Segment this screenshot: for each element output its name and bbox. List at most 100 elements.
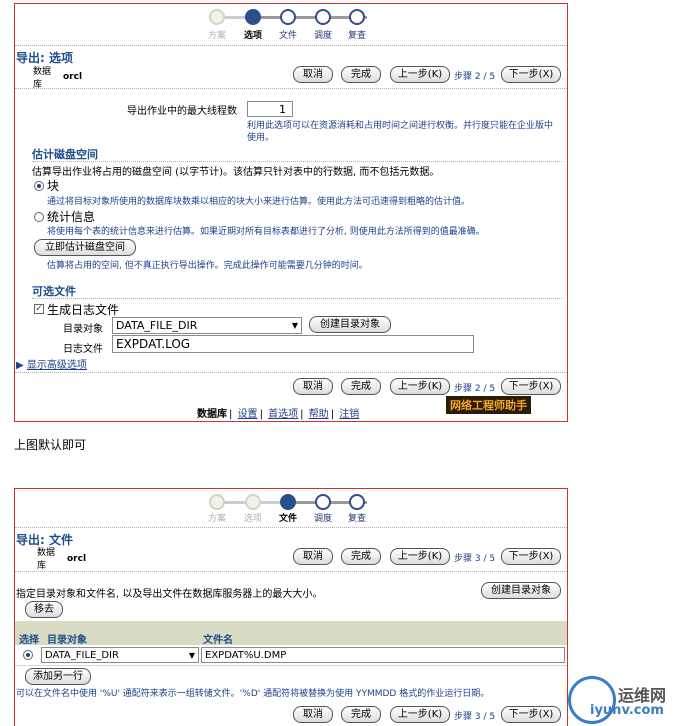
step-text: 步骤 3 / 5: [454, 712, 496, 722]
train-label: 文件: [278, 514, 297, 524]
cancel-button[interactable]: 取消: [293, 706, 333, 723]
db-label: 数据库: [37, 548, 56, 571]
dir-object-select[interactable]: DATA_FILE_DIR ▼: [112, 317, 302, 334]
row-dir-select[interactable]: DATA_FILE_DIR ▼: [41, 647, 199, 663]
cancel-button[interactable]: 取消: [293, 378, 333, 395]
page-title: 导出: 文件: [16, 533, 73, 547]
create-dir-button[interactable]: 创建目录对象: [481, 582, 561, 599]
footer-link-help[interactable]: 帮助: [309, 409, 329, 420]
next-button[interactable]: 下一步(X): [501, 548, 561, 565]
bottom-panel: 方案 选项 文件 调度 复查 导出: 文件 数据库 orcl 取消 完成 上一步…: [14, 488, 568, 726]
step-text: 步骤 2 / 5: [454, 72, 496, 82]
train-step-5[interactable]: [349, 9, 365, 25]
stats-label: 统计信息: [47, 210, 96, 224]
divider: [15, 571, 567, 572]
dir-object-label: 目录对象: [63, 324, 103, 335]
train-step-3[interactable]: [280, 9, 296, 25]
block-label: 块: [47, 179, 60, 193]
row-file-input[interactable]: EXPDAT%U.DMP: [201, 647, 565, 663]
log-file-label: 日志文件: [63, 344, 103, 355]
train-step-4[interactable]: [315, 494, 331, 510]
col-select: 选择: [19, 635, 39, 646]
db-value: orcl: [63, 72, 83, 82]
create-dir-button[interactable]: 创建目录对象: [309, 316, 391, 333]
train-step-2: [245, 9, 261, 25]
step-train: 方案 选项 文件 调度 复查: [207, 491, 377, 531]
threads-note: 利用此选项可以在资源消耗和占用时间之间进行权衡。并行度只能在企业版中使用。: [247, 121, 554, 143]
train-label: 复查: [347, 514, 366, 524]
disk-description: 估算导出作业将占用的磁盘空间 (以字节计)。该估算只针对表中的行数据, 而不包括…: [32, 167, 440, 178]
files-table-header: 选择 目录对象 文件名: [15, 621, 567, 646]
chevron-down-icon: ▼: [188, 651, 195, 660]
dir-object-value: DATA_FILE_DIR: [116, 319, 198, 332]
train-step-5[interactable]: [349, 494, 365, 510]
optional-section-title: 可选文件: [32, 285, 76, 298]
train-label: 文件: [278, 31, 297, 41]
next-button[interactable]: 下一步(X): [501, 66, 561, 83]
watermark-logo: 网络工程师助手: [446, 396, 531, 414]
cancel-button[interactable]: 取消: [293, 548, 333, 565]
back-button[interactable]: 上一步(K): [390, 66, 450, 83]
threads-label: 导出作业中的最大线程数: [127, 106, 237, 117]
step-text: 步骤 2 / 5: [454, 384, 496, 394]
train-label: 选项: [243, 31, 262, 41]
finish-button[interactable]: 完成: [341, 378, 381, 395]
finish-button[interactable]: 完成: [341, 66, 381, 83]
caption: 上图默认即可: [14, 438, 87, 452]
advanced-link[interactable]: 显示高级选项: [27, 360, 87, 371]
finish-button[interactable]: 完成: [341, 548, 381, 565]
divider: [15, 527, 567, 528]
advanced-toggle[interactable]: ▶ 显示高级选项: [16, 356, 87, 371]
gen-log-label: 生成日志文件: [47, 303, 120, 317]
train-label: 方案: [207, 514, 226, 524]
next-button[interactable]: 下一步(X): [501, 378, 561, 395]
footer-link-logout[interactable]: 注销: [339, 409, 359, 420]
train-label: 复查: [347, 31, 366, 41]
disk-section-title: 估计磁盘空间: [32, 148, 98, 161]
step-text: 步骤 3 / 5: [454, 554, 496, 564]
top-panel: 方案 选项 文件 调度 复查 导出: 选项 数据库 orcl 取消 完成 上一步…: [14, 3, 568, 422]
wildcard-note: 可以在文件名中使用 '%U' 通配符来表示一组转储文件。'%D' 通配符将被替换…: [16, 689, 490, 699]
db-value: orcl: [67, 554, 87, 564]
train-label: 方案: [207, 31, 226, 41]
log-file-input[interactable]: EXPDAT.LOG: [112, 335, 474, 353]
cancel-button[interactable]: 取消: [293, 66, 333, 83]
footer-link-preferences[interactable]: 首选项: [268, 409, 298, 420]
gen-log-checkbox[interactable]: ✓: [34, 304, 44, 314]
col-file-name: 文件名: [203, 635, 233, 646]
train-step-3: [280, 494, 296, 510]
train-step-1: [209, 494, 225, 510]
step-train: 方案 选项 文件 调度 复查: [207, 6, 377, 46]
expand-triangle-icon: ▶: [16, 360, 24, 371]
finish-button[interactable]: 完成: [341, 706, 381, 723]
divider: [15, 372, 567, 373]
block-radio[interactable]: [34, 181, 44, 191]
divider: [32, 161, 562, 162]
divider: [15, 88, 567, 89]
stats-description: 将使用每个表的统计信息来进行估算。如果近期对所有目标表都进行了分析, 则使用此方…: [47, 227, 485, 237]
back-button[interactable]: 上一步(K): [390, 706, 450, 723]
row-select-radio[interactable]: [23, 650, 33, 660]
threads-input[interactable]: 1: [247, 101, 293, 117]
col-dir-object: 目录对象: [47, 635, 87, 646]
back-button[interactable]: 上一步(K): [390, 548, 450, 565]
footer-link-database[interactable]: 数据库: [197, 409, 227, 420]
train-step-4[interactable]: [315, 9, 331, 25]
block-description: 通过将目标对象所使用的数据库块数乘以相应的块大小来进行估算。使用此方法可迅速得到…: [47, 197, 471, 207]
estimate-description: 估算将占用的空间, 但不真正执行导出操作。完成此操作可能需要几分钟的时间。: [47, 261, 368, 271]
row-dir-value: DATA_FILE_DIR: [45, 650, 119, 661]
remove-button[interactable]: 移去: [25, 601, 63, 618]
add-row-button[interactable]: 添加另一行: [25, 668, 91, 685]
page-title: 导出: 选项: [16, 51, 73, 65]
files-description: 指定目录对象和文件名, 以及导出文件在数据库服务器上的最大大小。: [16, 589, 323, 600]
train-step-2: [245, 494, 261, 510]
footer-link-settings[interactable]: 设置: [238, 409, 258, 420]
watermark-text-2: iyunv.com: [590, 703, 664, 718]
footer-links: 数据库 | 设置 | 首选项 | 帮助 | 注销: [197, 409, 360, 420]
stats-radio[interactable]: [34, 212, 44, 222]
estimate-button[interactable]: 立即估计磁盘空间: [34, 239, 136, 256]
table-row: DATA_FILE_DIR ▼ EXPDAT%U.DMP: [15, 645, 567, 666]
next-button[interactable]: 下一步(X): [501, 706, 561, 723]
chevron-down-icon: ▼: [291, 321, 298, 330]
back-button[interactable]: 上一步(K): [390, 378, 450, 395]
